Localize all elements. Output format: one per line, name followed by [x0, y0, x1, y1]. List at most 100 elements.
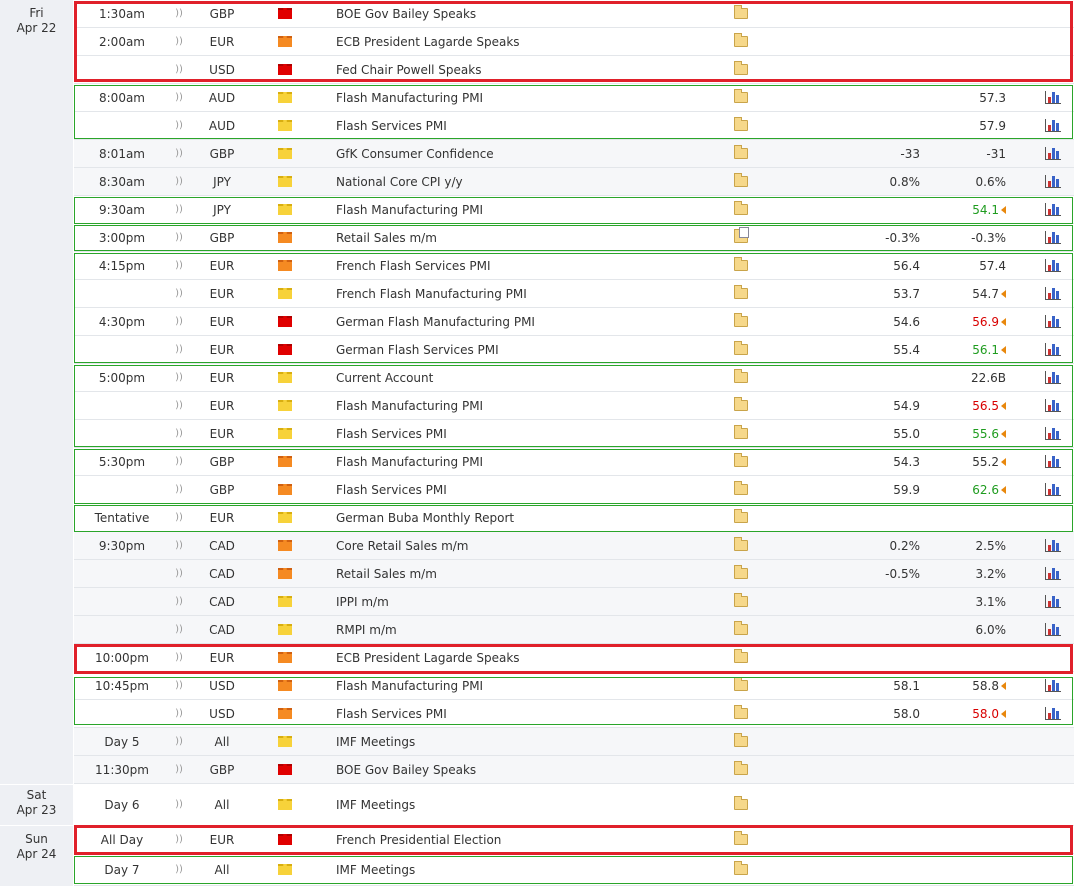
detail-folder-icon[interactable]: [734, 700, 748, 727]
detail-folder-icon[interactable]: [734, 28, 748, 55]
detail-folder-icon[interactable]: [734, 392, 748, 419]
detail-folder-icon[interactable]: [734, 504, 748, 531]
table-row[interactable]: )) CAD Retail Sales m/m -0.5% 3.2%: [74, 560, 1074, 588]
event-title[interactable]: GfK Consumer Confidence: [336, 140, 716, 167]
detail-folder-icon[interactable]: [734, 616, 748, 643]
graph-button[interactable]: [1044, 532, 1062, 559]
event-title[interactable]: IMF Meetings: [336, 728, 716, 755]
event-title[interactable]: Core Retail Sales m/m: [336, 532, 716, 559]
detail-folder-icon[interactable]: [734, 588, 748, 615]
event-title[interactable]: IMF Meetings: [336, 854, 716, 885]
speaker-icon[interactable]: )): [174, 392, 184, 419]
detail-folder-icon[interactable]: [734, 854, 748, 885]
graph-button[interactable]: [1044, 140, 1062, 167]
speaker-icon[interactable]: )): [174, 420, 184, 447]
table-row[interactable]: )) EUR German Flash Services PMI 55.4 56.1: [74, 336, 1074, 364]
graph-button[interactable]: [1044, 672, 1062, 699]
graph-button[interactable]: [1044, 252, 1062, 279]
graph-button[interactable]: [1044, 448, 1062, 475]
speaker-icon[interactable]: )): [174, 252, 184, 279]
graph-button[interactable]: [1044, 280, 1062, 307]
table-row[interactable]: )) EUR Flash Services PMI 55.0 55.6: [74, 420, 1074, 448]
detail-folder-icon[interactable]: [734, 560, 748, 587]
graph-button[interactable]: [1044, 168, 1062, 195]
table-row[interactable]: 9:30pm)) CAD Core Retail Sales m/m 0.2% 2.5%: [74, 532, 1074, 560]
speaker-icon[interactable]: )): [174, 532, 184, 559]
table-row[interactable]: )) EUR Flash Manufacturing PMI 54.9 56.5: [74, 392, 1074, 420]
table-row[interactable]: 8:00am)) AUD Flash Manufacturing PMI 57.3: [74, 84, 1074, 112]
graph-button[interactable]: [1044, 84, 1062, 111]
detail-folder-icon[interactable]: [734, 826, 748, 853]
table-row[interactable]: )) CAD IPPI m/m 3.1%: [74, 588, 1074, 616]
detail-folder-icon[interactable]: [734, 56, 748, 83]
table-row[interactable]: 11:30pm)) GBP BOE Gov Bailey Speaks: [74, 756, 1074, 784]
speaker-icon[interactable]: )): [174, 308, 184, 335]
speaker-icon[interactable]: )): [174, 168, 184, 195]
speaker-icon[interactable]: )): [174, 196, 184, 223]
table-row[interactable]: 8:30am)) JPY National Core CPI y/y 0.8% 0.6%: [74, 168, 1074, 196]
graph-button[interactable]: [1044, 224, 1062, 251]
event-title[interactable]: Current Account: [336, 364, 716, 391]
event-title[interactable]: ECB President Lagarde Speaks: [336, 644, 716, 671]
detail-folder-icon[interactable]: [734, 0, 748, 27]
event-title[interactable]: Flash Services PMI: [336, 700, 716, 727]
detail-folder-icon[interactable]: [734, 756, 748, 783]
detail-folder-icon[interactable]: [734, 448, 748, 475]
event-title[interactable]: German Flash Services PMI: [336, 336, 716, 363]
table-row[interactable]: 2:00am)) EUR ECB President Lagarde Speaks: [74, 28, 1074, 56]
detail-folder-icon[interactable]: [734, 336, 748, 363]
table-row[interactable]: 1:30am)) GBP BOE Gov Bailey Speaks: [74, 0, 1074, 28]
event-title[interactable]: German Flash Manufacturing PMI: [336, 308, 716, 335]
table-row[interactable]: )) EUR French Flash Manufacturing PMI 53.7 5…: [74, 280, 1074, 308]
graph-button[interactable]: [1044, 700, 1062, 727]
speaker-icon[interactable]: )): [174, 364, 184, 391]
event-title[interactable]: IPPI m/m: [336, 588, 716, 615]
table-row[interactable]: Day 7)) All IMF Meetings: [74, 854, 1074, 886]
graph-button[interactable]: [1044, 336, 1062, 363]
detail-folder-icon[interactable]: [734, 644, 748, 671]
speaker-icon[interactable]: )): [174, 140, 184, 167]
speaker-icon[interactable]: )): [174, 616, 184, 643]
table-row[interactable]: 5:00pm)) EUR Current Account 22.6B: [74, 364, 1074, 392]
speaker-icon[interactable]: )): [174, 560, 184, 587]
table-row[interactable]: All Day)) EUR French Presidential Election: [74, 826, 1074, 854]
event-title[interactable]: IMF Meetings: [336, 784, 716, 825]
detail-folder-icon[interactable]: [734, 728, 748, 755]
detail-folder-icon[interactable]: [734, 196, 748, 223]
event-title[interactable]: French Flash Services PMI: [336, 252, 716, 279]
speaker-icon[interactable]: )): [174, 0, 184, 27]
event-title[interactable]: BOE Gov Bailey Speaks: [336, 0, 716, 27]
table-row[interactable]: 4:15pm)) EUR French Flash Services PMI 56.4…: [74, 252, 1074, 280]
speaker-icon[interactable]: )): [174, 784, 184, 825]
table-row[interactable]: Day 6)) All IMF Meetings: [74, 784, 1074, 826]
speaker-icon[interactable]: )): [174, 336, 184, 363]
speaker-icon[interactable]: )): [174, 672, 184, 699]
table-row[interactable]: )) GBP Flash Services PMI 59.9 62.6: [74, 476, 1074, 504]
table-row[interactable]: 3:00pm)) GBP Retail Sales m/m -0.3% -0.3%: [74, 224, 1074, 252]
table-row[interactable]: 4:30pm)) EUR German Flash Manufacturing PM…: [74, 308, 1074, 336]
event-title[interactable]: ECB President Lagarde Speaks: [336, 28, 716, 55]
event-title[interactable]: Flash Manufacturing PMI: [336, 84, 716, 111]
graph-button[interactable]: [1044, 616, 1062, 643]
speaker-icon[interactable]: )): [174, 644, 184, 671]
speaker-icon[interactable]: )): [174, 756, 184, 783]
detail-folder-icon[interactable]: [734, 420, 748, 447]
table-row[interactable]: )) CAD RMPI m/m 6.0%: [74, 616, 1074, 644]
graph-button[interactable]: [1044, 420, 1062, 447]
event-title[interactable]: Flash Manufacturing PMI: [336, 448, 716, 475]
speaker-icon[interactable]: )): [174, 826, 184, 853]
speaker-icon[interactable]: )): [174, 476, 184, 503]
detail-folder-icon[interactable]: [734, 308, 748, 335]
detail-folder-icon[interactable]: [734, 84, 748, 111]
graph-button[interactable]: [1044, 196, 1062, 223]
detail-folder-icon[interactable]: [734, 140, 748, 167]
event-title[interactable]: Retail Sales m/m: [336, 560, 716, 587]
event-title[interactable]: National Core CPI y/y: [336, 168, 716, 195]
table-row[interactable]: 10:00pm)) EUR ECB President Lagarde Speaks: [74, 644, 1074, 672]
speaker-icon[interactable]: )): [174, 700, 184, 727]
event-title[interactable]: Flash Manufacturing PMI: [336, 196, 716, 223]
detail-folder-icon[interactable]: [734, 364, 748, 391]
table-row[interactable]: Day 5)) All IMF Meetings: [74, 728, 1074, 756]
event-title[interactable]: Flash Services PMI: [336, 420, 716, 447]
speaker-icon[interactable]: )): [174, 588, 184, 615]
